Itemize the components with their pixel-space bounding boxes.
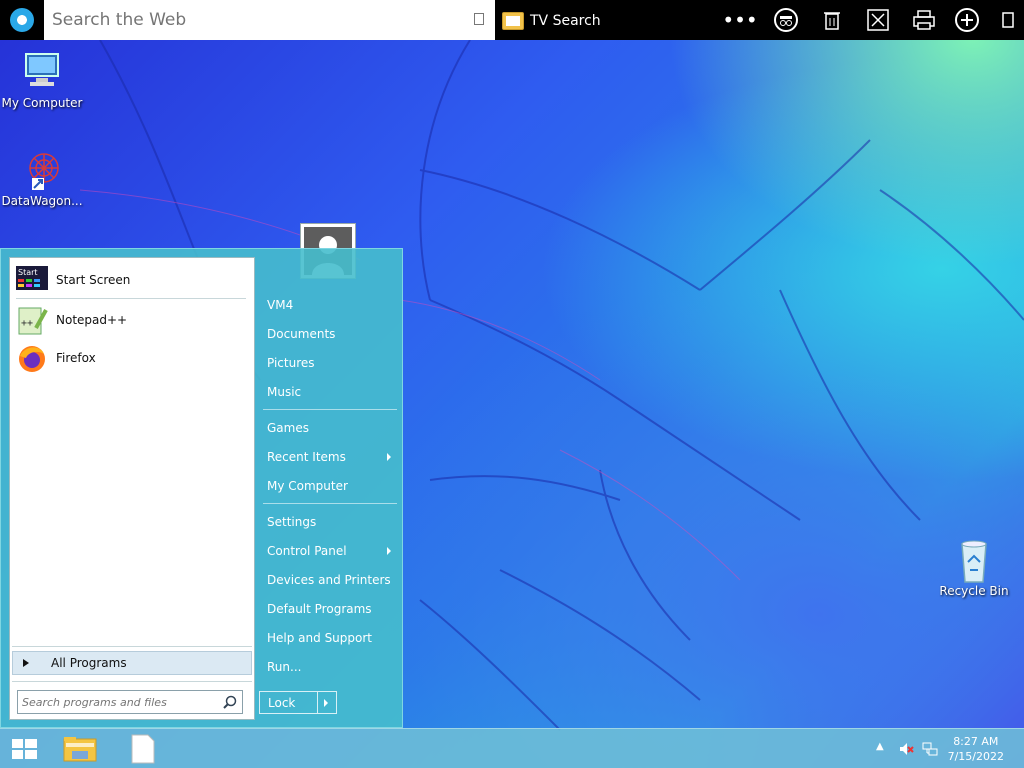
all-programs-button[interactable]: All Programs — [12, 651, 252, 675]
start-item-label: Default Programs — [267, 602, 372, 616]
recycle-bin-icon — [950, 538, 998, 583]
firefox-icon — [16, 344, 48, 372]
start-button[interactable] — [4, 733, 44, 765]
pinned-item-label: Start Screen — [56, 273, 131, 287]
window-icon[interactable] — [995, 8, 1021, 32]
network-icon[interactable] — [922, 741, 938, 757]
taskbar-clock[interactable]: 8:27 AM 7/15/2022 — [948, 734, 1004, 764]
incognito-icon[interactable] — [773, 8, 799, 32]
start-item-default-programs[interactable]: Default Programs — [259, 596, 399, 622]
submenu-arrow-icon — [387, 547, 391, 555]
start-screen-icon: Start — [16, 266, 48, 294]
program-search-box[interactable] — [17, 690, 243, 714]
all-programs-label: All Programs — [51, 656, 127, 670]
file-explorer-icon[interactable] — [60, 733, 100, 765]
scissors-icon[interactable] — [865, 8, 891, 32]
notepadpp-icon: ++ — [16, 306, 48, 335]
desktop-icon-label: Recycle Bin — [939, 584, 1009, 598]
start-item-run[interactable]: Run... — [259, 654, 399, 680]
trash-icon[interactable] — [819, 8, 845, 32]
desktop-icon-label: DataWagon... — [1, 194, 83, 208]
start-item-documents[interactable]: Documents — [259, 321, 399, 347]
desktop-icon-recycle-bin[interactable]: Recycle Bin — [932, 538, 1016, 598]
web-search-box[interactable] — [44, 0, 495, 40]
start-item-label: Run... — [267, 660, 302, 674]
lock-button[interactable]: Lock — [259, 691, 337, 714]
lock-label: Lock — [268, 695, 296, 710]
start-item-label: Recent Items — [267, 450, 346, 464]
clock-time: 8:27 AM — [953, 735, 999, 748]
pinned-item-label: Notepad++ — [56, 313, 128, 327]
start-menu-programs-pane: Start Start Screen ++ Notepad++ Firefox … — [9, 257, 255, 720]
start-item-pictures[interactable]: Pictures — [259, 350, 399, 376]
pinned-item-start-screen[interactable]: Start Start Screen — [14, 262, 250, 298]
start-right-separator — [263, 503, 397, 504]
start-item-label: Pictures — [267, 356, 315, 370]
web-search-input[interactable] — [52, 8, 452, 32]
start-item-vm4[interactable]: VM4 — [259, 292, 399, 318]
start-item-control-panel[interactable]: Control Panel — [259, 538, 399, 564]
taskbar: ▲ 8:27 AM 7/15/2022 — [0, 728, 1024, 768]
submenu-arrow-icon — [387, 453, 391, 461]
start-item-settings[interactable]: Settings — [259, 509, 399, 535]
start-item-label: Control Panel — [267, 544, 347, 558]
toolbar-logo-icon[interactable] — [10, 8, 34, 32]
volume-muted-icon[interactable] — [898, 741, 914, 757]
start-item-recent-items[interactable]: Recent Items — [259, 444, 399, 470]
program-search-input[interactable] — [22, 694, 212, 710]
clock-date: 7/15/2022 — [947, 750, 1004, 763]
start-item-games[interactable]: Games — [259, 415, 399, 441]
start-item-devices-and-printers[interactable]: Devices and Printers — [259, 567, 399, 593]
datawagon-icon — [18, 148, 66, 190]
start-item-label: Help and Support — [267, 631, 372, 645]
tv-search-button[interactable]: TV Search — [502, 9, 601, 33]
search-separator — [12, 681, 252, 682]
pinned-item-label: Firefox — [56, 351, 96, 365]
svg-text:++: ++ — [21, 318, 33, 329]
search-square-icon[interactable] — [474, 13, 484, 25]
start-item-my-computer[interactable]: My Computer — [259, 473, 399, 499]
desktop-icon-label: My Computer — [1, 96, 83, 110]
lock-options-arrow-icon[interactable] — [324, 699, 328, 707]
more-icon[interactable]: ••• — [722, 8, 757, 32]
search-icon[interactable] — [223, 695, 237, 709]
printer-icon[interactable] — [911, 8, 937, 32]
pinned-separator — [16, 298, 246, 299]
start-item-label: Devices and Printers — [267, 573, 391, 587]
blank-document-icon[interactable] — [122, 733, 162, 765]
desktop-icon-my-computer[interactable]: My Computer — [0, 50, 84, 110]
lock-split-divider — [317, 692, 318, 713]
start-item-label: Documents — [267, 327, 336, 341]
programs-separator — [12, 646, 252, 647]
start-item-label: Music — [267, 385, 302, 399]
tv-icon — [502, 12, 524, 30]
pinned-item-notepadpp[interactable]: ++ Notepad++ — [14, 302, 250, 338]
start-item-help-and-support[interactable]: Help and Support — [259, 625, 399, 651]
start-item-music[interactable]: Music — [259, 379, 399, 405]
start-item-label: Games — [267, 421, 309, 435]
svg-text:Start: Start — [18, 268, 38, 277]
plus-icon[interactable] — [954, 8, 980, 32]
tv-search-label: TV Search — [530, 13, 601, 29]
desktop-icon-datawagon[interactable]: DataWagon... — [0, 148, 84, 208]
start-item-label: My Computer — [267, 479, 348, 493]
start-menu: Start Start Screen ++ Notepad++ Firefox … — [0, 248, 403, 728]
expand-arrow-icon — [23, 659, 29, 667]
start-item-label: VM4 — [267, 298, 294, 312]
pinned-item-firefox[interactable]: Firefox — [14, 340, 250, 376]
computer-icon — [18, 50, 66, 92]
start-item-label: Settings — [267, 515, 317, 529]
start-right-separator — [263, 409, 397, 410]
show-hidden-icons-icon[interactable]: ▲ — [876, 741, 892, 757]
browser-toolbar: TV Search ••• — [0, 0, 1024, 40]
